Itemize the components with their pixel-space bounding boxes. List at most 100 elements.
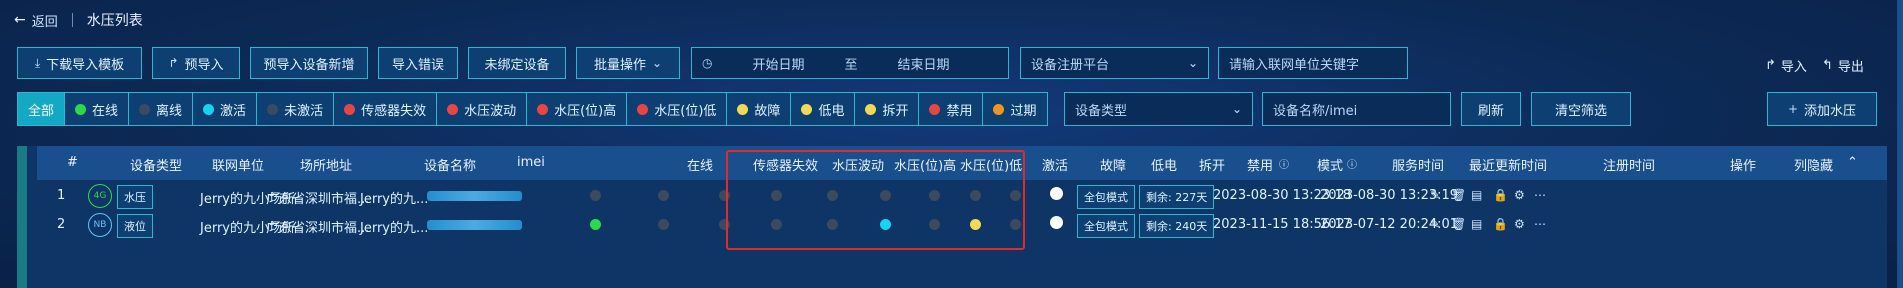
platform-select[interactable]: 设备注册平台 ⌄ [1020,47,1209,79]
filter-tab[interactable]: 离线 [129,93,194,125]
filter-tab[interactable]: 水压(位)低 [627,93,728,125]
device-type-select[interactable]: 设备类型 ⌄ [1064,92,1253,126]
network-badge: NB [88,213,112,237]
edit-icon[interactable]: ✎ [1430,188,1440,202]
filter-tab[interactable]: 禁用 [919,93,984,125]
device-name[interactable]: Jerry的九... [360,217,428,236]
plus-icon: + [1787,102,1799,116]
site-address: 广东省深圳市福... [266,221,370,236]
disabled-toggle[interactable] [1050,187,1063,200]
chevron-down-icon: ⌄ [651,56,663,70]
filter-tab[interactable]: 拆开 [855,93,920,125]
settings-icon[interactable]: ⚙ [1514,217,1525,231]
column-header: 激活 [1042,159,1069,174]
status-dot-icon [267,103,279,115]
batch-operation-button[interactable]: 批量操作 ⌄ [576,47,680,79]
column-header: 低电 [1151,159,1178,174]
column-header: imei [517,155,545,170]
filter-tab[interactable]: 传感器失效 [334,93,438,125]
imei-redacted [427,220,522,230]
lock-icon[interactable]: 🔒 [1493,217,1508,231]
share-icon: ↱ [1765,58,1776,73]
column-header: 操作 [1730,159,1757,174]
document-icon[interactable]: ▤ [1471,188,1482,202]
mode-tag: 全包模式 [1077,185,1135,209]
info-icon[interactable]: ⓘ [1279,156,1289,171]
column-header: 设备名称 [424,159,477,174]
back-nav: ← 返回 水压列表 [14,10,143,30]
status-dot-icon [637,103,649,115]
start-date-field[interactable]: 开始日期 [752,54,804,73]
chevron-up-icon[interactable]: ⌃ [1847,155,1858,170]
column-header: 在线 [687,159,714,174]
status-dot-icon [139,103,151,115]
filter-tab[interactable]: 水压(位)高 [527,93,628,125]
clear-filters-button[interactable]: 清空筛选 [1531,92,1631,126]
filter-tab[interactable]: 全部 [18,93,66,125]
status-dot-icon [929,103,941,115]
site-address: 广东省深圳市福... [266,192,370,207]
unbound-devices-button[interactable]: 未绑定设备 [468,47,566,79]
refresh-button[interactable]: 刷新 [1461,92,1521,126]
back-link[interactable]: 返回 [32,11,58,30]
filter-tab[interactable]: 在线 [65,93,130,125]
column-header: 设备类型 [130,159,183,174]
status-filter-tabs: 全部 在线 离线 激活 未激活 传感器失效 水压波动 水压(位)高 水压(位)低 故障 低电 拆开 禁用… [17,92,1048,126]
filter-tab[interactable]: 低电 [791,93,856,125]
delete-icon[interactable]: 🗑 [1451,188,1466,202]
status-dot-icon [537,103,549,115]
network-badge: 4G [88,184,112,208]
info-icon[interactable]: ⓘ [1347,156,1357,171]
filter-tab[interactable]: 激活 [193,93,258,125]
pre-import-button[interactable]: ↱ 预导入 [152,47,240,79]
export-link[interactable]: ↰ 导出 [1822,56,1864,75]
download-template-button[interactable]: ⤓ 下载导入模板 [17,47,142,79]
import-link[interactable]: ↱ 导入 [1765,56,1807,75]
filter-tab[interactable]: 过期 [983,93,1046,125]
document-icon[interactable]: ▤ [1471,217,1482,231]
highlight-box [726,150,1025,250]
column-header: 模式 [1317,159,1344,174]
disabled-toggle[interactable] [1050,216,1063,229]
device-name[interactable]: Jerry的九... [360,188,428,207]
column-hide-toggle[interactable]: 列隐藏 [1794,155,1833,174]
device-name-input[interactable]: 设备名称/imei [1262,92,1451,126]
add-device-button[interactable]: + 添加水压 [1767,92,1877,126]
imei-redacted [427,191,522,201]
filter-tab[interactable]: 未激活 [257,93,335,125]
status-dot-icon [737,103,749,115]
status-dot-icon [344,103,356,115]
back-arrow-icon[interactable]: ← [14,12,26,28]
more-icon[interactable]: ⋯ [1534,188,1546,202]
filter-tab[interactable]: 水压波动 [437,93,528,125]
column-header: # [67,155,78,170]
device-type-tag: 水压 [117,185,153,209]
edit-icon[interactable]: ✎ [1430,217,1440,231]
pre-import-add-button[interactable]: 预导入设备新增 [250,47,368,79]
status-dot-icon [658,219,669,230]
delete-icon[interactable]: 🗑 [1451,217,1466,231]
import-errors-button[interactable]: 导入错误 [378,47,458,79]
row-index: 1 [57,188,66,203]
service-time-tag: 剩余: 227天 [1139,185,1215,209]
status-dot-icon [447,103,459,115]
column-header: 拆开 [1199,159,1226,174]
date-range-picker[interactable]: ◷ 开始日期 至 结束日期 [691,47,1009,79]
date-separator: 至 [844,57,858,73]
device-type-tag: 液位 [117,214,153,238]
lock-icon[interactable]: 🔒 [1493,188,1508,202]
end-date-field[interactable]: 结束日期 [898,54,950,73]
unit-keyword-input[interactable]: 请输入联网单位关键字 [1218,47,1408,79]
status-dot-icon [993,103,1005,115]
chevron-down-icon: ⌄ [1187,56,1198,70]
filter-tab[interactable]: 故障 [727,93,792,125]
reply-icon: ↰ [1822,58,1833,73]
column-header: 联网单位 [212,159,265,174]
more-icon[interactable]: ⋯ [1534,217,1546,231]
column-header: 最近更新时间 [1469,159,1548,174]
clock-icon: ◷ [702,56,713,70]
settings-icon[interactable]: ⚙ [1514,188,1525,202]
column-header: 故障 [1100,159,1127,174]
mode-tag: 全包模式 [1077,214,1135,238]
status-dot-icon [801,103,813,115]
